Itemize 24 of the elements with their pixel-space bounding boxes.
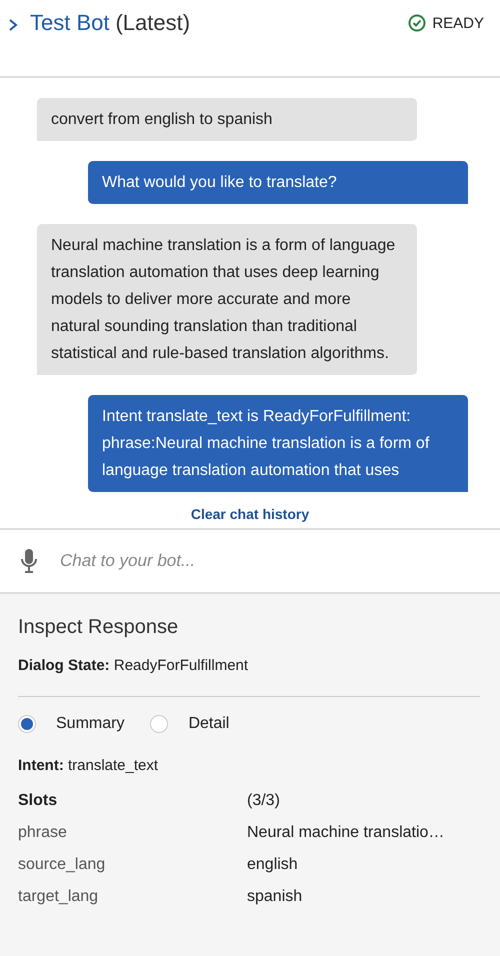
slot-name: source_lang xyxy=(18,856,106,874)
chat-input[interactable]: Chat to your bot... xyxy=(58,550,500,572)
bot-message: Intent translate_text is ReadyForFulfillment: phrase:Neural machine translation is a form of language translation automation that uses xyxy=(88,395,468,492)
check-circle-icon xyxy=(408,14,426,32)
view-radio[interactable]: Summary xyxy=(18,715,124,733)
slot-value: Neural machine translatio… xyxy=(247,824,446,842)
slots-heading: Slots xyxy=(18,792,58,810)
status-label: READY xyxy=(432,14,484,32)
version-label: (Latest) xyxy=(115,10,190,36)
slot-name: phrase xyxy=(18,824,68,842)
slot-value: english xyxy=(247,856,299,874)
panel-title: Inspect Response xyxy=(18,616,180,639)
slot-name: target_lang xyxy=(18,888,100,906)
dialog-state: Dialog State: ReadyForFulfillment xyxy=(18,657,480,697)
user-message: convert from english to spanish xyxy=(37,98,417,141)
microphone-icon[interactable] xyxy=(20,548,38,574)
slot-value: spanish xyxy=(247,888,304,906)
view-radio[interactable]: Detail xyxy=(150,715,230,733)
clear-history-link[interactable]: Clear chat history xyxy=(190,506,310,522)
user-message: Neural machine translation is a form of language translation automation that uses deep learning models to deliver more accurate and more natural sounding translation than traditional statistical and rule-based translation algorithms. xyxy=(37,224,417,375)
bot-title[interactable]: Test Bot xyxy=(30,10,110,36)
intent-text: Intent: translate_text xyxy=(18,757,160,774)
bot-message: What would you like to translate? xyxy=(88,161,468,204)
slots-count: (3/3) xyxy=(247,792,281,810)
